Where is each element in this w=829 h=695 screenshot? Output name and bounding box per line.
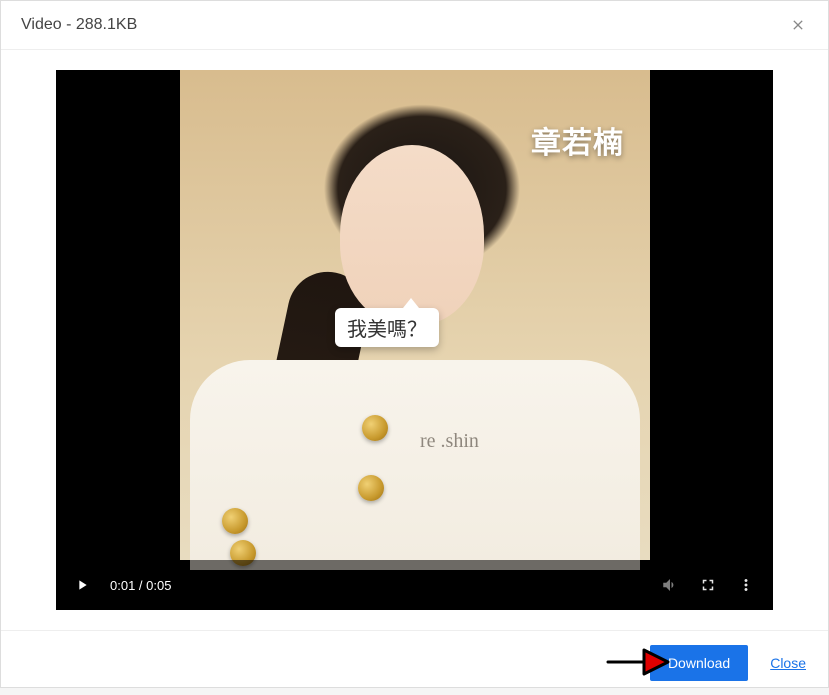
video-preview-dialog: Video - 288.1KB re .shin 章若楠 我美嗎？ <box>0 0 829 688</box>
volume-icon[interactable] <box>661 576 679 594</box>
close-link[interactable]: Close <box>770 655 806 671</box>
close-icon[interactable] <box>788 15 808 35</box>
dialog-footer: Download Close <box>1 630 828 695</box>
video-player[interactable]: re .shin 章若楠 我美嗎？ 0:01 / 0:05 <box>56 70 773 610</box>
dialog-body: re .shin 章若楠 我美嗎？ 0:01 / 0:05 <box>1 50 828 630</box>
play-button[interactable] <box>74 576 92 594</box>
video-signature: re .shin <box>420 430 479 453</box>
video-frame: re .shin 章若楠 我美嗎？ <box>180 70 650 560</box>
more-options-icon[interactable] <box>737 576 755 594</box>
video-caption-name: 章若楠 <box>531 118 624 162</box>
dialog-header: Video - 288.1KB <box>1 1 828 50</box>
dialog-title: Video - 288.1KB <box>21 16 137 34</box>
download-button[interactable]: Download <box>650 645 748 681</box>
video-speech-bubble: 我美嗎？ <box>335 308 439 347</box>
video-time-display: 0:01 / 0:05 <box>110 578 661 593</box>
fullscreen-icon[interactable] <box>699 576 717 594</box>
video-controls: 0:01 / 0:05 <box>56 560 773 610</box>
